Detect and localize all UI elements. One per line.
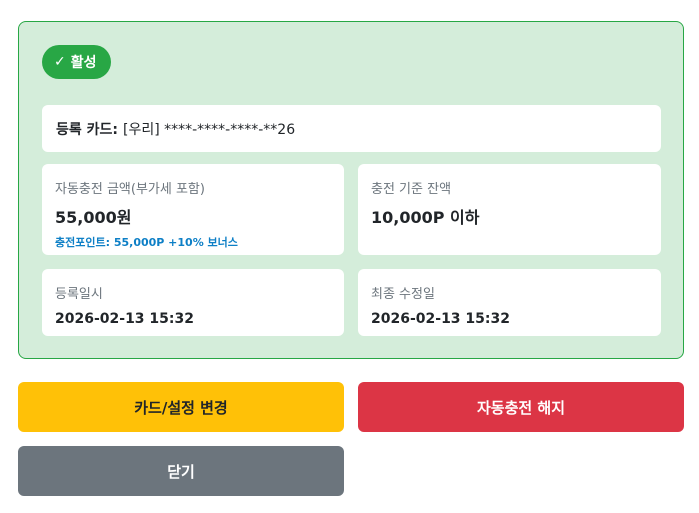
charge-amount-value: 55,000원 xyxy=(55,208,132,227)
change-settings-button[interactable]: 카드/설정 변경 xyxy=(18,382,344,432)
registered-card-box: 등록 카드: [우리] ****-****-****-**26 xyxy=(42,105,661,152)
status-label: 활성 xyxy=(70,55,97,71)
charge-amount-box: 자동충전 금액(부가세 포함) 55,000원 충전포인트: 55,000P +… xyxy=(42,164,344,255)
registered-at-box: 등록일시 2026-02-13 15:32 xyxy=(42,269,344,336)
check-icon: ✓ xyxy=(54,54,66,70)
close-button[interactable]: 닫기 xyxy=(18,446,344,496)
registered-card-label: 등록 카드: xyxy=(56,121,118,138)
cancel-auto-charge-button[interactable]: 자동충전 해지 xyxy=(358,382,684,432)
charge-bonus-text: 충전포인트: 55,000P +10% 보너스 xyxy=(55,236,238,249)
auto-charge-panel: ✓ 활성 등록 카드: [우리] ****-****-****-**26 자동충… xyxy=(18,21,684,359)
threshold-label: 충전 기준 잔액 xyxy=(371,182,452,197)
threshold-value: 10,000P 이하 xyxy=(371,208,480,227)
modified-at-box: 최종 수정일 2026-02-13 15:32 xyxy=(358,269,661,336)
status-badge: ✓ 활성 xyxy=(42,45,111,79)
registered-at-value: 2026-02-13 15:32 xyxy=(55,311,194,327)
modified-at-value: 2026-02-13 15:32 xyxy=(371,311,510,327)
modified-at-label: 최종 수정일 xyxy=(371,287,435,302)
charge-amount-label: 자동충전 금액(부가세 포함) xyxy=(55,182,205,197)
registered-at-label: 등록일시 xyxy=(55,287,103,302)
registered-card-value: [우리] ****-****-****-**26 xyxy=(123,121,296,138)
threshold-box: 충전 기준 잔액 10,000P 이하 xyxy=(358,164,661,255)
